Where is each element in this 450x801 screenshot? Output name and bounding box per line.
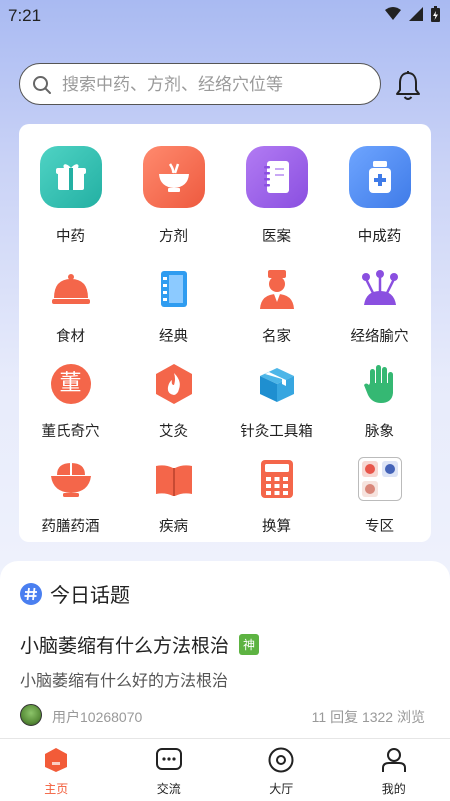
box-icon: [255, 362, 299, 406]
post-username[interactable]: 用户10268070: [52, 707, 142, 727]
grid-item-meridians[interactable]: 经络腧穴: [328, 267, 431, 346]
grid-label: 专区: [328, 515, 431, 536]
acupuncture-pin-icon: [358, 267, 402, 311]
hand-icon: [358, 362, 402, 406]
grid-label: 医案: [225, 225, 328, 246]
grid-label: 疾病: [122, 515, 225, 536]
mortar-icon: [143, 146, 205, 208]
notebook-icon: [246, 146, 308, 208]
grid-item-acupuncture-toolbox[interactable]: 针灸工具箱: [225, 362, 328, 441]
bottom-tab-bar: 主页 交流 大厅 我的: [0, 738, 450, 801]
tab-label: 主页: [0, 780, 113, 797]
grid-item-patent-medicine[interactable]: 中成药: [328, 146, 431, 246]
tab-hall[interactable]: 大厅: [225, 739, 338, 801]
grid-item-conversion[interactable]: 换算: [225, 457, 328, 536]
grid-label: 艾灸: [122, 420, 225, 441]
tab-label: 交流: [113, 780, 226, 797]
grid-label: 食材: [19, 325, 122, 346]
grid-item-dong-points[interactable]: 董 董氏奇穴: [19, 362, 122, 441]
search-input[interactable]: [60, 70, 364, 100]
flame-icon: [152, 362, 196, 406]
grid-label: 方剂: [122, 225, 225, 246]
hashtag-icon: [20, 583, 42, 605]
grid-item-ingredients[interactable]: 食材: [19, 267, 122, 346]
status-time: 7:21: [8, 6, 41, 26]
book-binder-icon: [152, 267, 196, 311]
person-icon: [255, 267, 299, 311]
dong-seal-icon: 董: [49, 362, 93, 406]
chat-bubble-icon: [155, 747, 183, 773]
grid-item-herbs[interactable]: 中药: [19, 146, 122, 246]
topic-header: 今日话题: [20, 579, 130, 608]
battery-icon: [431, 6, 440, 22]
grid-item-moxibustion[interactable]: 艾灸: [122, 362, 225, 441]
grid-label: 针灸工具箱: [225, 420, 328, 441]
grid-label: 中药: [19, 225, 122, 246]
grid-label: 换算: [225, 515, 328, 536]
grid-item-special-zone[interactable]: 专区: [328, 457, 431, 536]
tab-label: 大厅: [225, 780, 338, 797]
medicine-bottle-icon: [349, 146, 411, 208]
grid-label: 中成药: [328, 225, 431, 246]
tab-profile[interactable]: 我的: [338, 739, 450, 801]
grid-label: 经典: [122, 325, 225, 346]
topic-heading: 今日话题: [50, 579, 130, 608]
grid-item-prescriptions[interactable]: 方剂: [122, 146, 225, 246]
gift-box-icon: [40, 146, 102, 208]
tab-label: 我的: [338, 780, 450, 797]
bell-icon[interactable]: [393, 70, 423, 102]
grid-label: 药膳药酒: [19, 515, 122, 536]
user-icon: [381, 747, 407, 773]
hall-circle-icon: [268, 747, 294, 773]
search-icon: [32, 75, 52, 95]
tab-discuss[interactable]: 交流: [113, 739, 226, 801]
grid-label: 董氏奇穴: [19, 420, 122, 441]
grid-label: 脉象: [328, 420, 431, 441]
home-icon: [43, 747, 69, 773]
grid-item-masters[interactable]: 名家: [225, 267, 328, 346]
zone-collage-icon: [358, 457, 402, 501]
grid-item-classics[interactable]: 经典: [122, 267, 225, 346]
topic-post-title[interactable]: 小脑萎缩有什么方法根治 神: [20, 631, 259, 658]
today-topic-card: 今日话题 小脑萎缩有什么方法根治 神 小脑萎缩有什么好的方法根治 用户10268…: [0, 561, 450, 741]
topic-post-subtitle[interactable]: 小脑萎缩有什么好的方法根治: [20, 667, 228, 691]
status-bar: 7:21: [0, 0, 450, 32]
status-icons: [385, 6, 440, 22]
food-cloche-icon: [49, 267, 93, 311]
search-bar[interactable]: [19, 63, 381, 105]
signal-icon: [409, 7, 423, 21]
avatar[interactable]: [20, 704, 42, 726]
topic-post-meta: 用户10268070 11 回复 1322 浏览: [20, 704, 425, 728]
grid-item-medicinal-diet[interactable]: 药膳药酒: [19, 457, 122, 536]
grid-label: 经络腧穴: [328, 325, 431, 346]
tab-home[interactable]: 主页: [0, 739, 113, 801]
grid-item-cases[interactable]: 医案: [225, 146, 328, 246]
post-stats: 11 回复 1322 浏览: [312, 707, 425, 727]
open-book-icon: [152, 457, 196, 501]
bowl-icon: [49, 457, 93, 501]
grid-item-diseases[interactable]: 疾病: [122, 457, 225, 536]
wifi-icon: [385, 7, 401, 21]
feature-grid: 中药 方剂 医案 中成药 食材 经典 名家: [19, 124, 431, 542]
post-title-text: 小脑萎缩有什么方法根治: [20, 631, 229, 658]
calculator-icon: [255, 457, 299, 501]
post-badge: 神: [239, 634, 259, 655]
grid-label: 名家: [225, 325, 328, 346]
grid-item-pulse[interactable]: 脉象: [328, 362, 431, 441]
